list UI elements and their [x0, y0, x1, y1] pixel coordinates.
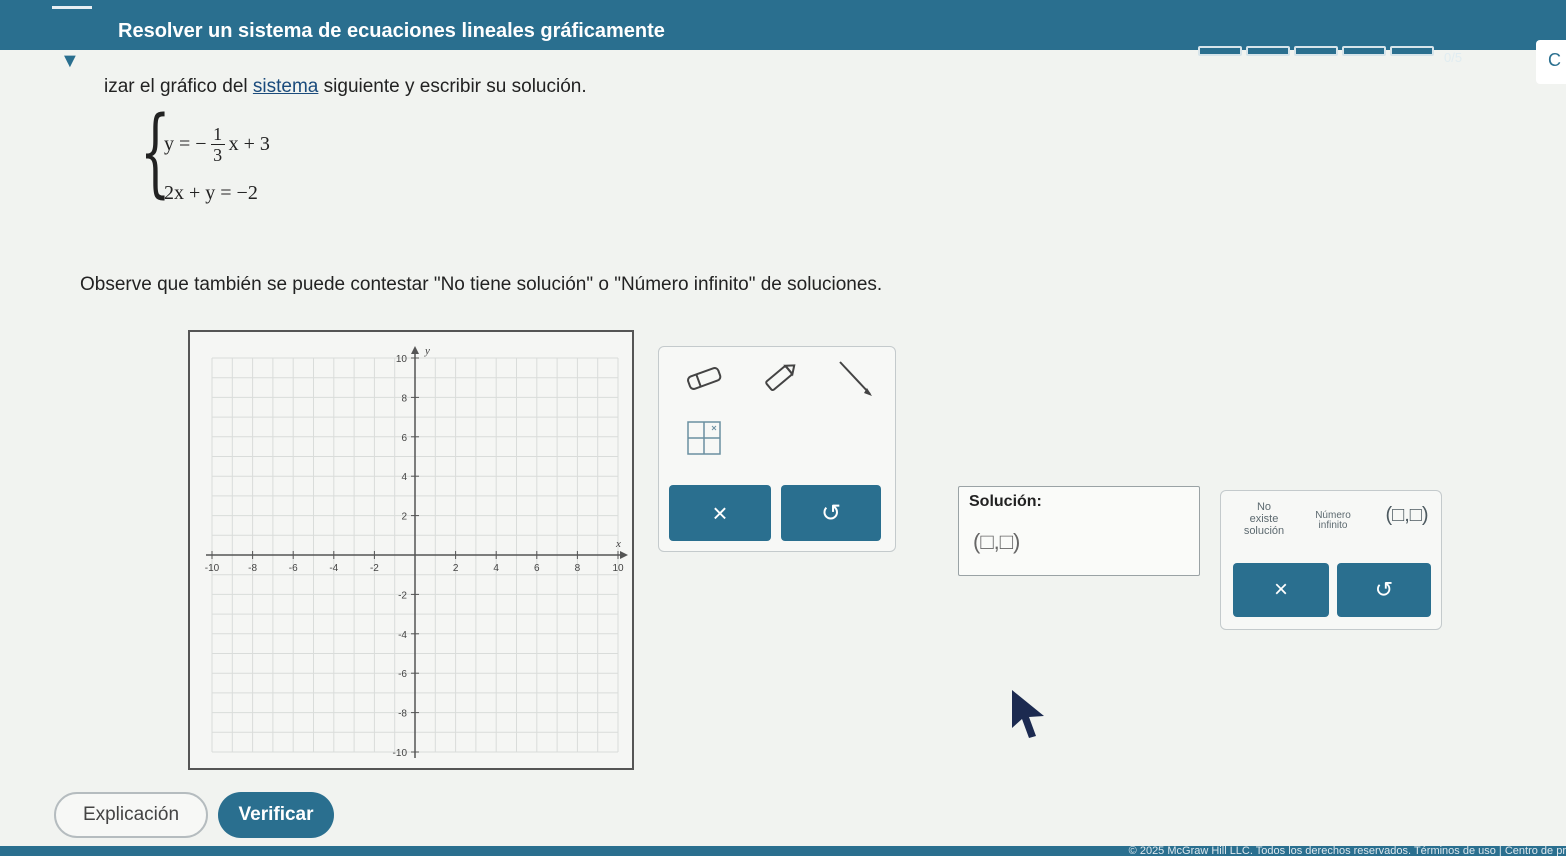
clear-graph-button[interactable]: × [669, 485, 771, 541]
top-bar: Resolver un sistema de ecuaciones lineal… [0, 0, 1566, 65]
x-tick-label: 8 [575, 563, 581, 574]
progress-segment [1294, 46, 1338, 56]
undo-solution-button[interactable]: ↺ [1337, 563, 1431, 617]
y-axis-arrow [411, 346, 419, 354]
progress-label: 0/5 [1444, 50, 1463, 65]
solution-label: Solución: [969, 493, 1042, 510]
collapse-chevron-icon[interactable]: ▼ [60, 50, 80, 73]
y-tick-label: -6 [398, 669, 407, 680]
infinite-line2: infinito [1318, 520, 1348, 531]
solution-input-box[interactable]: Solución: (□,□) [958, 486, 1200, 576]
y-tick-label: -2 [398, 590, 407, 601]
explanation-button[interactable]: Explicación [54, 792, 208, 838]
check-button[interactable]: Verificar [218, 792, 334, 838]
topic-title: Resolver un sistema de ecuaciones lineal… [118, 20, 665, 42]
x-tick-label: 4 [493, 563, 499, 574]
clear-solution-button[interactable]: × [1233, 563, 1329, 617]
equation-1-lhs: y = − [164, 133, 207, 155]
no-solution-option[interactable]: No existe solución [1231, 501, 1297, 537]
instruction-start: izar el gráfico del [104, 76, 253, 97]
x-tick-label: -8 [248, 563, 257, 574]
instruction-link[interactable]: sistema [253, 76, 318, 97]
y-tick-label: 10 [396, 354, 408, 365]
x-tick-label: 6 [534, 563, 540, 574]
y-tick-label: 4 [401, 472, 407, 483]
y-tick-label: 6 [401, 433, 407, 444]
instruction-text: izar el gráfico del sistema siguiente y … [104, 76, 587, 98]
pencil-icon[interactable] [757, 357, 803, 399]
graph-svg[interactable]: -10 -8 -6 -4 -2 2 4 6 8 10 10 8 6 4 2 -2 -4 -6 -8 -10 x y [190, 332, 634, 770]
x-axis-arrow [620, 551, 628, 559]
equation-1: y = − 1 3 x + 3 [164, 124, 270, 165]
y-tick-label: -10 [393, 748, 408, 759]
progress-segment [1246, 46, 1290, 56]
x-tick-label: -2 [370, 563, 379, 574]
x-axis-label: x [615, 538, 621, 550]
x-tick-label: 10 [612, 563, 624, 574]
instruction-end: siguiente y escribir su solución. [318, 76, 587, 97]
top-right-button[interactable]: C [1536, 40, 1566, 84]
graph-grid-icon[interactable] [681, 417, 727, 459]
ordered-pair-option[interactable]: (□,□) [1375, 505, 1439, 525]
undo-graph-button[interactable]: ↺ [781, 485, 881, 541]
progress-segment [1198, 46, 1242, 56]
menu-icon[interactable] [52, 6, 92, 12]
x-tick-label: 2 [453, 563, 459, 574]
x-tick-label: -6 [289, 563, 298, 574]
infinite-solutions-option[interactable]: Número infinito [1303, 511, 1363, 531]
fraction-denominator: 3 [213, 145, 223, 165]
fraction-numerator: 1 [213, 124, 223, 144]
no-solution-line1: No [1256, 501, 1272, 513]
x-tick-label: -4 [329, 563, 338, 574]
y-tick-label: 8 [401, 393, 407, 404]
drawing-toolbox: × ↺ [658, 346, 896, 552]
x-tick-label: -10 [205, 563, 220, 574]
line-icon[interactable] [831, 357, 877, 399]
progress-bar [1198, 46, 1434, 56]
progress-segment [1390, 46, 1434, 56]
equation-2: 2x + y = −2 [164, 182, 258, 204]
solution-options-panel: No existe solución Número infinito (□,□)… [1220, 490, 1442, 630]
ordered-pair-placeholder[interactable]: (□,□) [973, 529, 1020, 555]
graph-canvas[interactable]: -10 -8 -6 -4 -2 2 4 6 8 10 10 8 6 4 2 -2 -4 -6 -8 -10 x y [188, 330, 634, 770]
note-text: Observe que también se puede contestar "… [80, 274, 883, 295]
equation-system: { y = − 1 3 x + 3 2x + y = −2 [140, 100, 380, 216]
no-solution-line2: existe [1249, 513, 1279, 525]
equation-1-fraction: 1 3 [210, 124, 225, 165]
eraser-icon[interactable] [681, 357, 727, 399]
no-solution-line3: solución [1243, 525, 1285, 537]
progress-segment [1342, 46, 1386, 56]
mouse-cursor-icon [1010, 688, 1046, 745]
y-tick-label: 2 [401, 512, 407, 523]
y-axis-label: y [424, 345, 430, 357]
y-tick-label: -4 [398, 630, 407, 641]
y-tick-label: -8 [398, 709, 407, 720]
equation-1-rhs: x + 3 [228, 133, 270, 155]
footer-text: © 2025 McGraw Hill LLC. Todos los derech… [1128, 845, 1566, 856]
